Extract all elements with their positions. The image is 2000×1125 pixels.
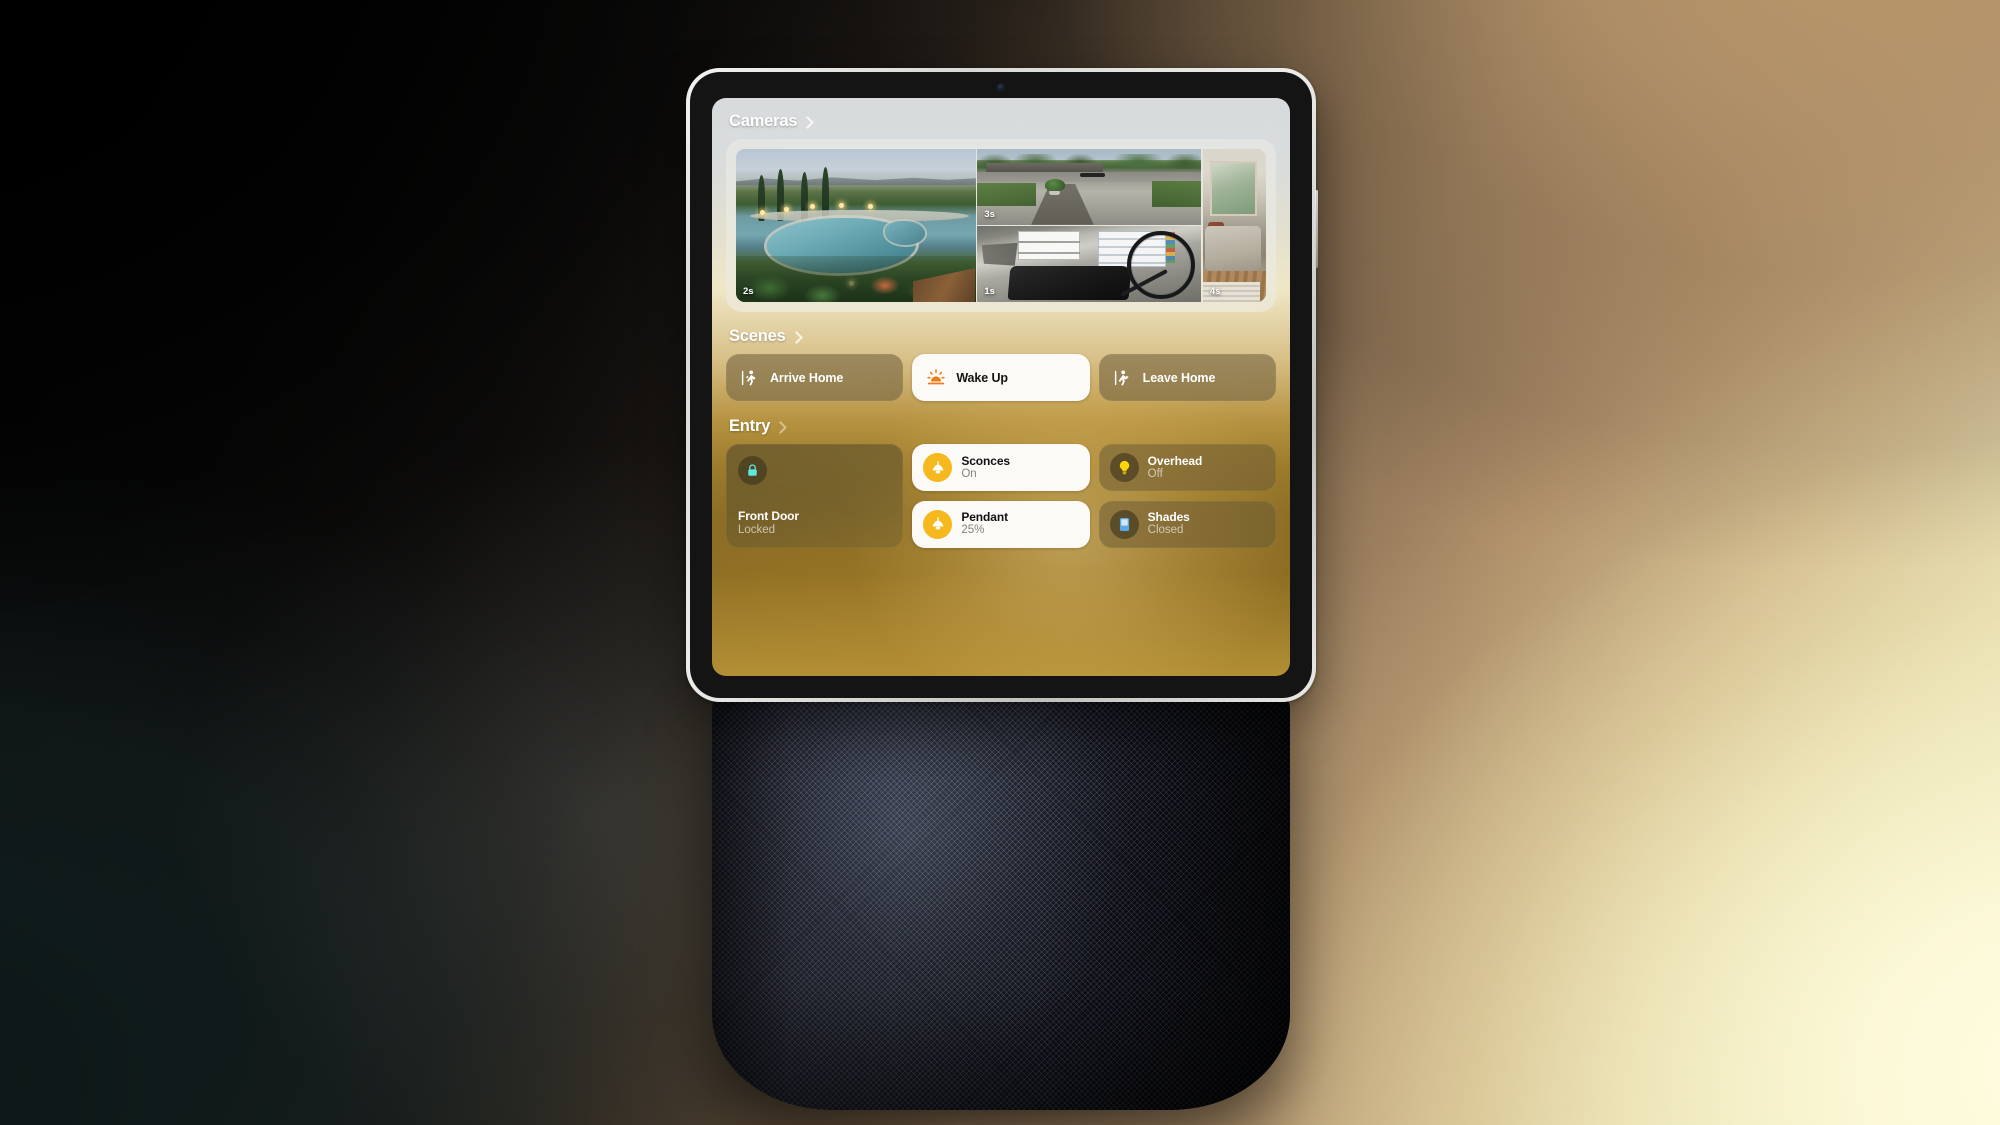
scene-label: Wake Up: [956, 370, 1008, 385]
exercise-mat: [1007, 266, 1132, 301]
home-app-content: Cameras 2s 3s 4s 1s Scenes Arrive Home W…: [712, 98, 1290, 676]
cameras-section: Cameras 2s 3s 4s 1s: [726, 112, 1276, 312]
scenes-row: Arrive Home Wake Up Leave Home: [726, 354, 1276, 401]
device-text: Overhead Off: [1148, 454, 1203, 482]
walk-in-icon: [740, 368, 760, 388]
front-camera-icon: [997, 84, 1005, 91]
side-button[interactable]: [1315, 190, 1318, 268]
device-state: On: [961, 467, 977, 480]
bicycle-wheel: [1126, 230, 1195, 299]
sunrise-icon: [926, 368, 946, 388]
camera-timestamp: 4s: [1209, 286, 1221, 297]
scene-label: Arrive Home: [770, 370, 844, 385]
driveway-walkway: [1031, 183, 1094, 225]
display-screen: Cameras 2s 3s 4s 1s Scenes Arrive Home W…: [712, 98, 1290, 676]
device-state: 25%: [961, 524, 985, 537]
sofa: [1205, 225, 1261, 272]
device-tile-sconces[interactable]: Sconces On: [912, 444, 1090, 491]
scenes-header[interactable]: Scenes: [729, 327, 1276, 346]
device-state: Locked: [738, 524, 776, 536]
camera-tile-driveway[interactable]: 3s: [977, 149, 1202, 225]
scenes-header-label: Scenes: [729, 327, 786, 345]
pendant-lamp-icon: [923, 453, 953, 482]
scenes-section: Scenes Arrive Home Wake Up Leave Home: [726, 327, 1276, 401]
device-text: Pendant 25%: [961, 510, 1008, 538]
scene-tile-wake-up[interactable]: Wake Up: [912, 354, 1090, 401]
device-state: Off: [1147, 467, 1163, 480]
entry-header[interactable]: Entry: [729, 417, 1276, 436]
chevron-right-icon: [801, 115, 815, 129]
scene-tile-arrive-home[interactable]: Arrive Home: [726, 354, 904, 401]
walk-out-icon: [1113, 368, 1133, 388]
camera-timestamp: 1s: [984, 286, 995, 297]
driveway-planter: [1049, 190, 1061, 196]
lock-closed-icon: [738, 456, 767, 485]
camera-tile-garage[interactable]: 1s: [977, 226, 1202, 302]
device-name: Pendant: [961, 510, 1008, 525]
speaker-shading: [712, 690, 1290, 1110]
bulb-icon: [1109, 453, 1139, 482]
entry-grid: Front Door Locked Sconces On Overhead Of…: [726, 444, 1276, 548]
device-tile-front-door[interactable]: Front Door Locked: [726, 444, 904, 548]
pendant-lamp-icon: [923, 509, 953, 539]
scene-tile-leave-home[interactable]: Leave Home: [1098, 354, 1276, 401]
device-bezel: Cameras 2s 3s 4s 1s Scenes Arrive Home W…: [690, 72, 1318, 698]
device-state: Closed: [1147, 524, 1184, 537]
screenshot-scene: Cameras 2s 3s 4s 1s Scenes Arrive Home W…: [0, 0, 2000, 1125]
device-text: Shades Closed: [1148, 510, 1190, 538]
landscape-light: [867, 204, 873, 210]
camera-grid: 2s 3s 4s 1s: [736, 149, 1266, 302]
storage-shelf: [1017, 230, 1081, 260]
driveway-shrub: [1044, 179, 1065, 192]
cameras-card: 2s 3s 4s 1s: [726, 139, 1276, 312]
device-name: Overhead: [1147, 453, 1203, 468]
smart-display-device: Cameras 2s 3s 4s 1s Scenes Arrive Home W…: [686, 68, 1318, 702]
cameras-header-label: Cameras: [729, 112, 798, 130]
folding-chairs: [981, 242, 1018, 266]
device-name: Front Door: [738, 509, 799, 523]
device-tile-shades[interactable]: Shades Closed: [1098, 500, 1276, 548]
device-text: Sconces On: [961, 454, 1010, 482]
camera-tile-pool[interactable]: 2s: [736, 149, 976, 302]
driveway-lawn-left: [977, 183, 1036, 206]
camera-timestamp: 2s: [743, 286, 754, 297]
shade-icon: [1109, 509, 1139, 539]
chevron-right-icon: [774, 420, 788, 434]
speaker-base: [712, 690, 1290, 1110]
parked-car: [1080, 172, 1106, 178]
device-name: Shades: [1147, 510, 1190, 525]
landscape-light: [839, 202, 845, 208]
device-tile-overhead[interactable]: Overhead Off: [1098, 444, 1276, 491]
wall-art: [1210, 161, 1258, 217]
pool-spa: [884, 220, 926, 246]
entry-section: Entry Front Door Locked Sconces On Overh…: [726, 417, 1276, 548]
driveway-house: [986, 163, 1103, 172]
device-name: Sconces: [961, 453, 1010, 468]
device-tile-pendant[interactable]: Pendant 25%: [912, 500, 1090, 548]
landscape-light: [810, 204, 816, 210]
camera-timestamp: 3s: [984, 208, 995, 220]
lock-text: Front Door Locked: [738, 509, 891, 536]
camera-tile-living-room[interactable]: 4s: [1202, 149, 1266, 302]
cameras-header[interactable]: Cameras: [729, 112, 1276, 131]
scene-label: Leave Home: [1142, 370, 1216, 385]
chevron-right-icon: [789, 330, 803, 344]
entry-header-label: Entry: [729, 417, 771, 435]
driveway-lawn-right: [1152, 180, 1202, 207]
